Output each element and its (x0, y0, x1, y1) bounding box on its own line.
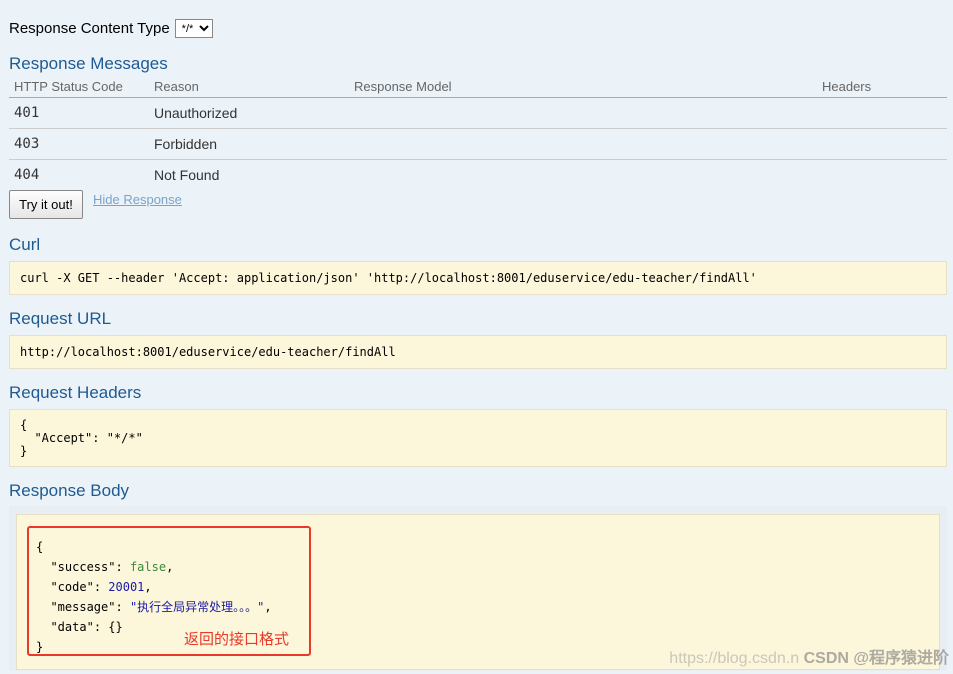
table-header-row: HTTP Status Code Reason Response Model H… (9, 76, 947, 98)
json-value-data: {} (108, 620, 123, 634)
column-header-headers: Headers (817, 76, 947, 98)
try-it-out-button[interactable]: Try it out! (9, 190, 83, 219)
column-header-reason: Reason (149, 76, 349, 98)
response-content-type-select[interactable]: */* (174, 19, 213, 38)
json-value-code: 20001 (108, 580, 145, 594)
table-row: 404 Not Found (9, 160, 947, 191)
model-cell (349, 128, 817, 160)
response-content-type-label: Response Content Type (9, 20, 170, 37)
request-url-title: Request URL (9, 309, 112, 328)
status-code-cell: 401 (9, 97, 149, 129)
json-open-brace: { (36, 540, 44, 554)
request-headers-title: Request Headers (9, 383, 142, 402)
json-key-success: "success" (50, 560, 116, 574)
response-messages-title: Response Messages (9, 54, 168, 73)
status-code-cell: 404 (14, 167, 40, 183)
headers-cell (817, 128, 947, 160)
reason-cell: Unauthorized (149, 97, 349, 129)
column-header-response-model: Response Model (349, 76, 817, 98)
model-cell (349, 97, 817, 129)
table-row: 403 Forbidden (9, 128, 947, 160)
json-value-message: "执行全局异常处理。。。" (129, 600, 265, 614)
annotation-label: 返回的接口格式 (184, 631, 290, 648)
curl-title: Curl (9, 235, 41, 254)
response-body-title: Response Body (9, 481, 130, 500)
request-headers-block: { "Accept": "*/*" } (9, 409, 947, 467)
curl-command: curl -X GET --header 'Accept: applicatio… (20, 271, 757, 285)
request-url-value: http://localhost:8001/eduservice/edu-tea… (20, 345, 396, 359)
model-cell (349, 160, 817, 191)
json-key-message: "message" (50, 600, 116, 614)
curl-block: curl -X GET --header 'Accept: applicatio… (9, 261, 947, 295)
column-header-status-code: HTTP Status Code (9, 76, 149, 98)
watermark-brand: CSDN @程序猿进阶 (803, 650, 949, 667)
status-code-cell: 403 (9, 128, 149, 160)
request-url-block: http://localhost:8001/eduservice/edu-tea… (9, 335, 947, 369)
headers-cell (817, 160, 947, 191)
watermark: https://blog.csdn.n CSDN @程序猿进阶 (669, 644, 949, 668)
request-headers-value: { "Accept": "*/*" } (20, 418, 143, 458)
response-messages-table: HTTP Status Code Reason Response Model H… (9, 76, 947, 190)
reason-cell: Not Found (154, 167, 220, 183)
reason-cell: Forbidden (149, 128, 349, 160)
watermark-url: https://blog.csdn.n (669, 650, 800, 667)
json-key-data: "data" (50, 620, 94, 634)
json-close-brace: } (36, 640, 44, 654)
response-content-type-row: Response Content Type */* (9, 19, 213, 38)
table-row: 401 Unauthorized (9, 97, 947, 129)
highlight-box: { "success": false, "code": 20001, "mess… (27, 526, 311, 656)
json-key-code: "code" (50, 580, 94, 594)
hide-response-link[interactable]: Hide Response (93, 192, 182, 207)
headers-cell (817, 97, 947, 129)
json-value-success: false (129, 560, 167, 574)
